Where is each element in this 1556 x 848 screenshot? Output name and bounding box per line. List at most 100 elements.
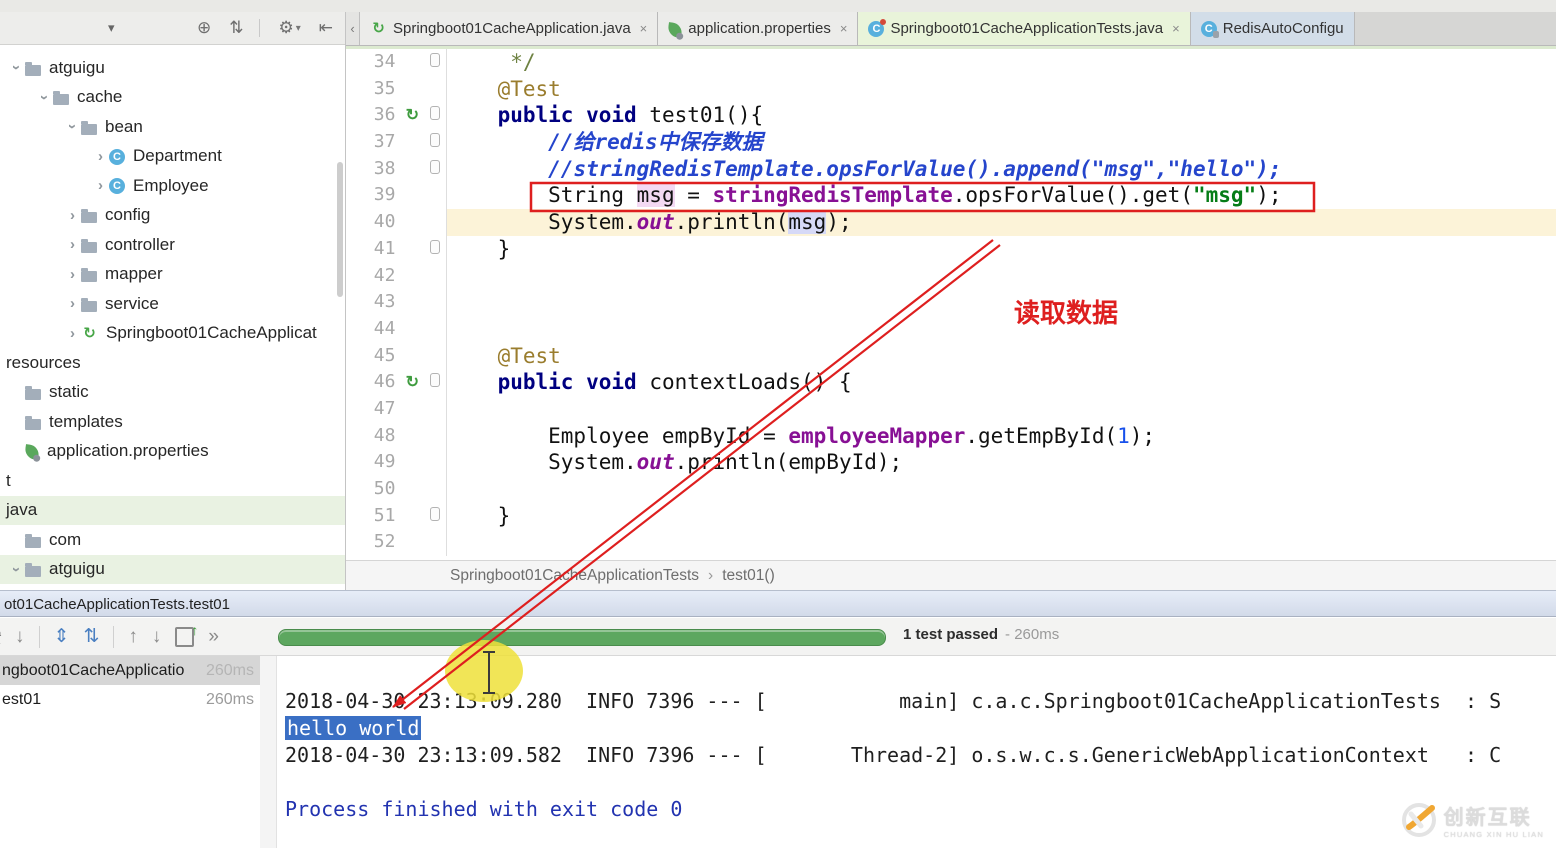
tree-item-Employee[interactable]: ›Employee	[0, 171, 345, 201]
settings-icon[interactable]: ⚙	[278, 18, 293, 38]
chevron-icon[interactable]: ›	[64, 207, 81, 224]
close-icon[interactable]: ×	[840, 21, 848, 36]
collapse-all-icon[interactable]: ⇅	[229, 18, 243, 38]
code-line-44[interactable]: 44	[346, 316, 1556, 343]
tree-item-resources[interactable]: resources	[0, 348, 345, 378]
project-view-dropdown[interactable]: ▾	[108, 20, 115, 36]
previous-icon[interactable]: ↑	[128, 626, 138, 648]
chevron-icon[interactable]: ›	[64, 295, 81, 312]
console-output[interactable]: 2018-04-30 23:13:09.280 INFO 7396 --- [ …	[277, 656, 1556, 848]
tree-item-cache[interactable]: ›cache	[0, 83, 345, 113]
test-result-row[interactable]: ngboot01CacheApplicatio260ms	[0, 656, 260, 685]
code-line-43[interactable]: 43	[346, 289, 1556, 316]
folder-icon	[53, 94, 69, 105]
locate-icon[interactable]: ⊕	[197, 18, 211, 38]
export-test-results-icon[interactable]	[175, 627, 194, 647]
collapse-all-icon[interactable]: ⇅	[83, 625, 99, 648]
tree-item-t[interactable]: t	[0, 466, 345, 496]
chevron-icon[interactable]: ›	[8, 561, 25, 578]
tree-item-atguigu[interactable]: ›atguigu	[0, 555, 345, 585]
code-editor[interactable]: 34 */35 @Test36↻ public void test01(){37…	[346, 49, 1556, 560]
chevron-icon[interactable]: ›	[92, 177, 109, 194]
tree-item-Springboot01CacheApplicat[interactable]: ›Springboot01CacheApplicat	[0, 319, 345, 349]
fold-icon[interactable]	[424, 133, 446, 152]
chevron-icon[interactable]: ›	[64, 118, 81, 135]
line-number: 45	[346, 343, 400, 370]
code-line-38[interactable]: 38 //stringRedisTemplate.opsForValue().a…	[346, 156, 1556, 183]
tab-application.properties[interactable]: application.properties×	[658, 12, 858, 45]
tree-item-com[interactable]: com	[0, 525, 345, 555]
tree-item-bean[interactable]: ›bean	[0, 112, 345, 142]
more-icon[interactable]: »	[208, 626, 219, 648]
breadcrumb-method[interactable]: test01()	[722, 567, 775, 585]
code-line-34[interactable]: 34 */	[346, 49, 1556, 76]
fold-icon[interactable]	[424, 373, 446, 392]
tree-item-mapper[interactable]: ›mapper	[0, 260, 345, 290]
line-number: 42	[346, 263, 400, 290]
code-line-39[interactable]: 39 String msg = stringRedisTemplate.opsF…	[346, 182, 1556, 209]
tree-item-controller[interactable]: ›controller	[0, 230, 345, 260]
fold-icon[interactable]	[424, 507, 446, 526]
code-line-52[interactable]: 52	[346, 529, 1556, 556]
chevron-icon[interactable]: ›	[8, 59, 25, 76]
code-line-37[interactable]: 37 //给redis中保存数据	[346, 129, 1556, 156]
code-line-50[interactable]: 50	[346, 476, 1556, 503]
token: test01(){	[637, 103, 763, 127]
tab-Springboot01CacheApplication.java[interactable]: Springboot01CacheApplication.java×	[360, 12, 658, 45]
run-test-icon[interactable]: ↻	[400, 375, 424, 391]
code-text: public void test01(){	[447, 102, 1556, 129]
chevron-icon[interactable]: ›	[92, 148, 109, 165]
code-line-41[interactable]: 41 }	[346, 236, 1556, 263]
token: msg	[788, 210, 826, 234]
code-line-40[interactable]: 40 System.out.println(msg);	[346, 209, 1556, 236]
fold-icon[interactable]	[424, 240, 446, 259]
sort-alpha-icon[interactable]: az	[0, 629, 1, 645]
fold-marker	[430, 133, 440, 147]
tab-RedisAutoConfigu[interactable]: RedisAutoConfigu	[1191, 12, 1355, 45]
fold-icon[interactable]	[424, 53, 446, 72]
tree-item-service[interactable]: ›service	[0, 289, 345, 319]
tree-scrollbar[interactable]	[337, 162, 343, 297]
tree-item-application.properties[interactable]: application.properties	[0, 437, 345, 467]
expand-all-icon[interactable]: ⇕	[54, 625, 70, 648]
tree-item-static[interactable]: static	[0, 378, 345, 408]
line-number: 41	[346, 236, 400, 263]
settings-caret-icon: ▾	[296, 23, 301, 34]
folder-icon	[25, 389, 41, 400]
fold-icon[interactable]	[424, 106, 446, 125]
hide-panel-icon[interactable]: ⇤	[319, 18, 333, 38]
code-line-42[interactable]: 42	[346, 263, 1556, 290]
tree-item-atguigu[interactable]: ›atguigu	[0, 53, 345, 83]
run-test-icon[interactable]: ↻	[400, 108, 424, 124]
code-line-35[interactable]: 35 @Test	[346, 76, 1556, 103]
code-line-45[interactable]: 45 @Test	[346, 343, 1556, 370]
close-icon[interactable]: ×	[640, 21, 648, 36]
code-line-48[interactable]: 48 Employee empById = employeeMapper.get…	[346, 423, 1556, 450]
test-result-row[interactable]: est01260ms	[0, 685, 260, 714]
tabs-scroll-left-icon[interactable]: ‹	[346, 12, 360, 45]
tree-item-config[interactable]: ›config	[0, 201, 345, 231]
tree-item-java[interactable]: java	[0, 496, 345, 526]
breadcrumb-class[interactable]: Springboot01CacheApplicationTests	[450, 567, 699, 585]
code-text: @Test	[447, 76, 1556, 103]
code-line-49[interactable]: 49 System.out.println(empById);	[346, 449, 1556, 476]
code-line-36[interactable]: 36↻ public void test01(){	[346, 102, 1556, 129]
tree-item-Department[interactable]: ›Department	[0, 142, 345, 172]
tree-item-templates[interactable]: templates	[0, 407, 345, 437]
code-text	[447, 316, 1556, 343]
next-icon[interactable]: ↓	[152, 626, 162, 648]
close-icon[interactable]: ×	[1172, 21, 1180, 36]
code-line-51[interactable]: 51 }	[346, 503, 1556, 530]
chevron-icon[interactable]: ›	[64, 266, 81, 283]
test-name: est01	[2, 691, 206, 709]
fold-icon[interactable]	[424, 160, 446, 179]
code-line-47[interactable]: 47	[346, 396, 1556, 423]
selected-text[interactable]: hello world	[285, 716, 421, 740]
tab-Springboot01CacheApplicationTests.java[interactable]: Springboot01CacheApplicationTests.java×	[858, 12, 1190, 45]
code-line-46[interactable]: 46↻ public void contextLoads() {	[346, 369, 1556, 396]
chevron-icon[interactable]: ›	[64, 236, 81, 253]
gutter: 42	[346, 263, 447, 290]
chevron-icon[interactable]: ›	[36, 89, 53, 106]
chevron-icon[interactable]: ›	[64, 325, 81, 342]
sort-by-duration-icon[interactable]: ↓	[15, 626, 25, 648]
